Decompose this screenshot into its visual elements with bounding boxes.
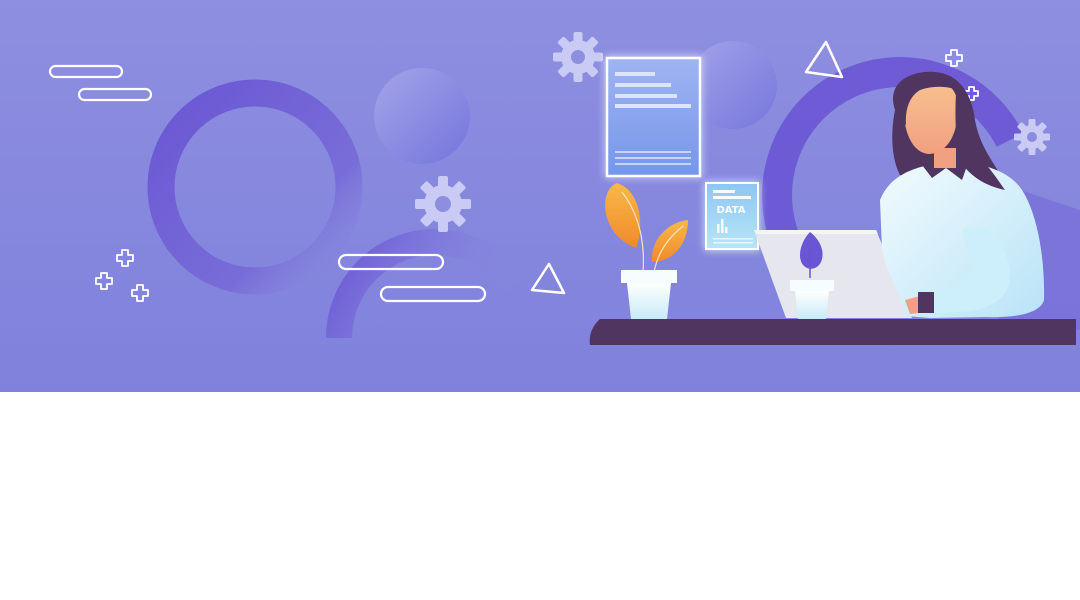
desk	[589, 319, 1076, 345]
hero-illustration: DATA	[0, 0, 1080, 392]
data-card-label: DATA	[716, 205, 745, 216]
gear-icon	[415, 176, 471, 232]
document-panel	[605, 56, 702, 178]
gear-icon	[553, 32, 603, 82]
circle-decoration	[374, 68, 470, 164]
circle-decoration	[689, 41, 777, 129]
gear-icon	[1014, 119, 1050, 155]
data-card: DATA	[705, 182, 759, 250]
blank-area	[0, 392, 1080, 600]
